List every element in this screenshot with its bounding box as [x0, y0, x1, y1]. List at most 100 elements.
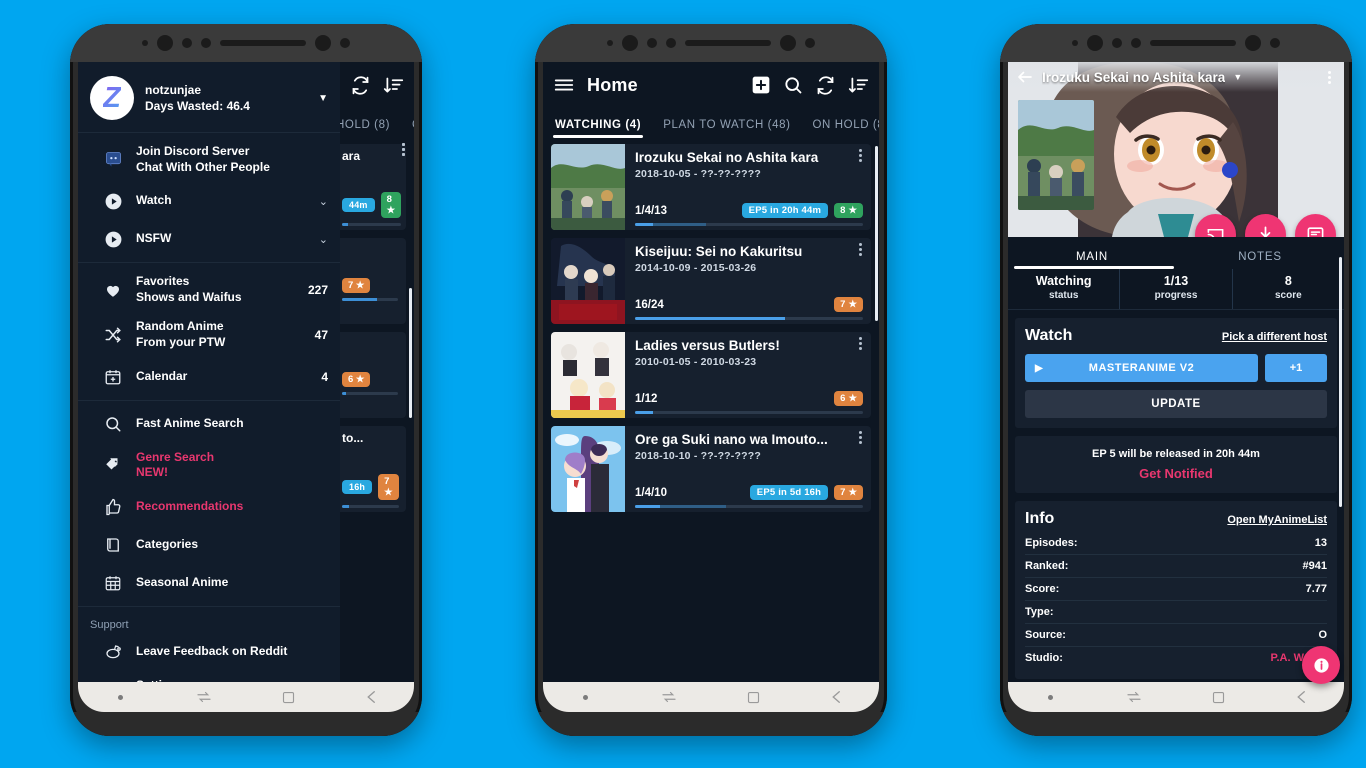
detail-stats-row: Watching status 1/13 progress 8 score — [1008, 269, 1344, 311]
drawer-group-2: Favorites Shows and Waifus 227 Random An… — [78, 263, 340, 401]
tab-completed-partial[interactable]: CO — [412, 119, 414, 138]
anime-dates: 2010-01-05 - 2010-03-23 — [635, 355, 757, 368]
search-icon[interactable] — [783, 75, 803, 95]
square-icon[interactable] — [1176, 690, 1260, 705]
avatar-letter: Z — [103, 81, 121, 114]
page-title: Home — [587, 74, 638, 95]
progress-bar — [635, 505, 863, 508]
list-scrollbar[interactable] — [409, 288, 412, 418]
tab-on-hold[interactable]: HOLD (8) — [336, 119, 390, 138]
score-value: 8 — [840, 205, 846, 216]
sidebar-item-calendar[interactable]: Calendar 4 — [78, 358, 340, 396]
more-hosts-button[interactable]: +1 — [1265, 354, 1327, 383]
kebab-menu-icon[interactable] — [853, 431, 867, 444]
kebab-menu-icon[interactable] — [853, 149, 867, 162]
sidebar-item-fast-anime-search[interactable]: Fast Anime Search — [78, 405, 340, 443]
stat-value: 1/13 — [1163, 274, 1189, 288]
tab-plan-to-watch[interactable]: PLAN TO WATCH (48) — [663, 119, 790, 138]
sidebar-item-genre-search[interactable]: Genre Search NEW! — [78, 443, 340, 488]
chevron-down-icon[interactable]: ⌄ — [311, 195, 328, 208]
open-myanimelist-link[interactable]: Open MyAnimeList — [1227, 514, 1327, 526]
back-arrow-icon[interactable] — [330, 688, 414, 706]
nav-dot-button[interactable] — [1008, 694, 1092, 700]
table-row[interactable]: ara 44m 8 ★ — [332, 143, 406, 230]
square-icon[interactable] — [711, 690, 795, 705]
avatar[interactable]: Z — [90, 76, 134, 120]
android-navigation-bar — [1008, 682, 1344, 712]
cast-fab[interactable] — [1195, 214, 1236, 237]
detail-scrollbar[interactable] — [1339, 257, 1342, 507]
drawer-menu: Join Discord Server Chat With Other Peop… — [78, 133, 340, 682]
pick-different-host-link[interactable]: Pick a different host — [1222, 331, 1327, 343]
page-title: Irozuku Sekai no Ashita kara — [1042, 69, 1226, 85]
back-arrow-icon[interactable] — [795, 688, 879, 706]
sensor-dot-icon — [340, 38, 350, 48]
hamburger-menu-icon[interactable] — [553, 74, 575, 96]
sidebar-item-label: Favorites — [136, 274, 190, 289]
chevron-down-icon[interactable]: ▼ — [1233, 72, 1242, 82]
anime-poster — [551, 332, 625, 418]
nav-dot-button[interactable] — [78, 694, 162, 700]
chevron-down-icon[interactable]: ⌄ — [311, 233, 328, 246]
score-value: 7 — [840, 487, 846, 498]
sidebar-item-nsfw[interactable]: NSFW ⌄ — [78, 220, 340, 258]
sidebar-item-label: Calendar — [136, 368, 188, 383]
table-row[interactable]: to... 16h 7 ★ — [332, 143, 406, 512]
nav-dot-button[interactable] — [543, 694, 627, 700]
list-item[interactable]: Ladies versus Butlers! 2010-01-05 - 2010… — [551, 332, 871, 418]
kebab-menu-icon[interactable] — [853, 337, 867, 350]
stat-progress[interactable]: 1/13 progress — [1120, 269, 1233, 310]
tab-notes[interactable]: NOTES — [1176, 251, 1344, 269]
anime-poster[interactable] — [1018, 100, 1094, 210]
phone-top-bezel — [535, 24, 887, 62]
active-tab-indicator — [1014, 266, 1174, 269]
list-scrollbar[interactable] — [875, 146, 878, 321]
table-row[interactable]: 7 ★ — [332, 143, 406, 324]
chevron-down-icon[interactable]: ▼ — [318, 93, 328, 104]
square-icon[interactable] — [246, 690, 330, 705]
update-button[interactable]: UPDATE — [1025, 390, 1327, 419]
swap-icon[interactable] — [162, 688, 246, 706]
download-fab[interactable] — [1245, 214, 1286, 237]
drawer-account-header[interactable]: Z notzunjae Days Wasted: 46.4 ▼ — [78, 62, 340, 133]
swap-icon[interactable] — [1092, 688, 1176, 706]
sidebar-item-reddit-feedback[interactable]: Leave Feedback on Reddit — [78, 633, 340, 671]
sidebar-item-categories[interactable]: Categories — [78, 526, 340, 564]
stat-score[interactable]: 8 score — [1233, 269, 1344, 309]
tab-on-hold[interactable]: ON HOLD (8) — [813, 119, 879, 138]
list-item[interactable]: Irozuku Sekai no Ashita kara 2018-10-05 … — [551, 144, 871, 230]
refresh-icon[interactable] — [350, 75, 371, 96]
host-button[interactable]: ▶ MASTERANIME V2 — [1025, 354, 1258, 383]
sort-descending-icon[interactable] — [848, 75, 869, 96]
kebab-menu-icon[interactable] — [1322, 70, 1336, 84]
refresh-icon[interactable] — [815, 75, 836, 96]
sidebar-item-seasonal-anime[interactable]: Seasonal Anime — [78, 564, 340, 602]
sidebar-item-label: Seasonal Anime — [136, 574, 229, 589]
info-fab[interactable] — [1302, 646, 1340, 684]
list-item[interactable]: Kiseijuu: Sei no Kakuritsu 2014-10-09 - … — [551, 238, 871, 324]
play-circle-icon — [90, 230, 136, 249]
list-item[interactable]: Ore ga Suki nano wa Imouto... 2018-10-10… — [551, 426, 871, 512]
sidebar-item-random-anime[interactable]: Random Anime From your PTW 47 — [78, 312, 340, 357]
sidebar-item-recommendations[interactable]: Recommendations — [78, 488, 340, 526]
back-arrow-icon[interactable] — [1016, 68, 1034, 86]
sensor-dot-icon — [1131, 38, 1141, 48]
sidebar-item-settings[interactable]: Settings Personalize the App — [78, 671, 340, 682]
phone-device-home: Home WATCHING (4) PLAN TO WATCH (48) ON … — [535, 24, 887, 736]
front-camera-icon — [1087, 35, 1103, 51]
stat-status[interactable]: Watching status — [1008, 269, 1121, 310]
table-row[interactable]: 6 ★ — [332, 143, 406, 418]
tab-watching[interactable]: WATCHING (4) — [552, 119, 644, 138]
sidebar-item-favorites[interactable]: Favorites Shows and Waifus 227 — [78, 267, 340, 312]
back-arrow-icon[interactable] — [1260, 688, 1344, 706]
sidebar-item-discord[interactable]: Join Discord Server Chat With Other Peop… — [78, 137, 340, 182]
comment-fab[interactable] — [1295, 214, 1336, 237]
add-box-icon[interactable] — [751, 75, 771, 95]
shuffle-icon — [90, 326, 136, 344]
sidebar-item-watch[interactable]: Watch ⌄ — [78, 182, 340, 220]
sort-descending-icon[interactable] — [383, 75, 404, 96]
swap-icon[interactable] — [627, 688, 711, 706]
get-notified-link[interactable]: Get Notified — [1021, 466, 1331, 481]
sensor-dot-icon — [1072, 40, 1078, 46]
kebab-menu-icon[interactable] — [853, 243, 867, 256]
